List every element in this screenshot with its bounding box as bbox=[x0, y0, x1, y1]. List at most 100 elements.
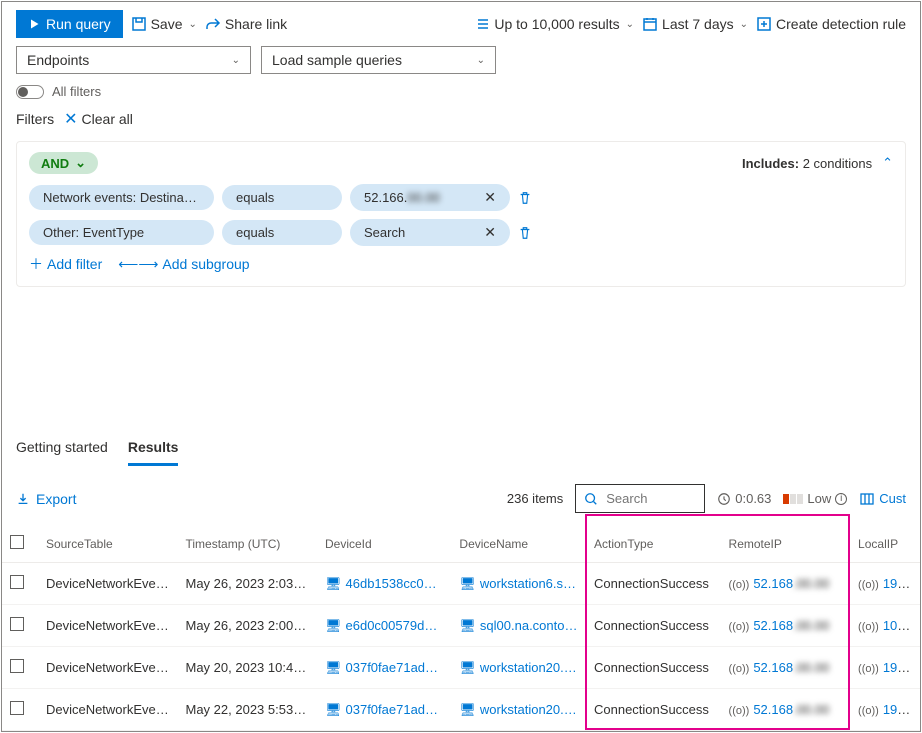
select-all-checkbox[interactable] bbox=[10, 535, 24, 549]
cell-deviceid[interactable]: 🖥037f0fae71ad4661e3... bbox=[317, 689, 451, 731]
remove-value-icon[interactable]: ✕ bbox=[484, 189, 496, 206]
col-timestamp[interactable]: Timestamp (UTC) bbox=[178, 525, 317, 563]
cell-localip[interactable]: ((o))192.168 bbox=[850, 689, 920, 731]
play-icon bbox=[28, 18, 40, 30]
cell-timestamp: May 22, 2023 5:53:49 AM bbox=[178, 689, 317, 731]
remove-value-icon[interactable]: ✕ bbox=[484, 224, 496, 241]
cell-devicename[interactable]: 🖥workstation20.seccxp... bbox=[451, 731, 586, 733]
cell-deviceid[interactable]: 🖥037f0fae71ad4661e3... bbox=[317, 647, 451, 689]
export-label: Export bbox=[36, 491, 76, 507]
col-actiontype[interactable]: ActionType bbox=[586, 525, 721, 563]
table-row[interactable]: DeviceNetworkEventsMay 23, 2023 5:13:53 … bbox=[2, 731, 920, 733]
export-button[interactable]: Export bbox=[16, 491, 76, 507]
cell-devicename[interactable]: 🖥workstation6.seccxp... bbox=[451, 563, 586, 605]
condition-field[interactable]: Network events: DestinationIPA... bbox=[29, 185, 214, 210]
device-icon: 🖥 bbox=[325, 702, 342, 717]
cell-deviceid[interactable]: 🖥e6d0c00579d4f51ee1... bbox=[317, 605, 451, 647]
operator-label: AND bbox=[41, 156, 69, 171]
cell-devicename[interactable]: 🖥workstation20.seccxp... bbox=[451, 689, 586, 731]
customize-columns-button[interactable]: Cust bbox=[859, 491, 906, 507]
cell-actiontype: ConnectionSuccess bbox=[586, 605, 721, 647]
condition-field[interactable]: Other: EventType bbox=[29, 220, 214, 245]
columns-icon bbox=[859, 491, 875, 507]
results-limit-dropdown[interactable]: Up to 10,000 results ⌄ bbox=[474, 16, 634, 32]
row-checkbox[interactable] bbox=[10, 659, 24, 673]
condition-value[interactable]: 52.166.00.00 ✕ bbox=[350, 184, 510, 211]
table-row[interactable]: DeviceNetworkEventsMay 26, 2023 2:03:52 … bbox=[2, 563, 920, 605]
share-link-button[interactable]: Share link bbox=[205, 16, 287, 32]
chevron-down-icon: ⌄ bbox=[232, 55, 240, 66]
cell-localip[interactable]: ((o))10.1.5.1 bbox=[850, 605, 920, 647]
share-label: Share link bbox=[225, 16, 287, 32]
cell-remoteip[interactable]: ((o))52.168.00.00 bbox=[721, 689, 851, 731]
col-localip[interactable]: LocalIP bbox=[850, 525, 920, 563]
time-range-dropdown[interactable]: Last 7 days ⌄ bbox=[642, 16, 748, 32]
cell-actiontype: ConnectionSuccess bbox=[586, 563, 721, 605]
table-row[interactable]: DeviceNetworkEventsMay 20, 2023 10:43:45… bbox=[2, 647, 920, 689]
cell-localip[interactable]: ((o))192.168 bbox=[850, 647, 920, 689]
add-filter-button[interactable]: ＋Add filter bbox=[29, 254, 102, 274]
schema-dropdown[interactable]: Endpoints ⌄ bbox=[16, 46, 251, 74]
network-icon: ((o)) bbox=[858, 621, 879, 633]
results-search[interactable] bbox=[575, 484, 705, 513]
cell-localip[interactable]: ((o))192.168 bbox=[850, 563, 920, 605]
col-remoteip[interactable]: RemoteIP bbox=[721, 525, 851, 563]
device-icon: 🖥 bbox=[325, 618, 342, 633]
all-filters-label: All filters bbox=[52, 84, 101, 99]
condition-operator[interactable]: equals bbox=[222, 185, 342, 210]
row-checkbox[interactable] bbox=[10, 617, 24, 631]
condition-value[interactable]: Search ✕ bbox=[350, 219, 510, 246]
filter-group-panel: AND ⌄ Includes: 2 conditions ⌃ Network e… bbox=[16, 141, 906, 287]
create-detection-rule-button[interactable]: Create detection rule bbox=[756, 16, 906, 32]
tab-getting-started[interactable]: Getting started bbox=[16, 431, 108, 466]
cell-remoteip[interactable]: ((o))52.168.00.00 bbox=[721, 563, 851, 605]
tab-results[interactable]: Results bbox=[128, 431, 179, 466]
network-icon: ((o)) bbox=[729, 705, 750, 717]
chevron-down-icon: ⌄ bbox=[740, 19, 748, 30]
cell-remoteip[interactable]: ((o))52.168.00.00 bbox=[721, 605, 851, 647]
network-icon: ((o)) bbox=[858, 705, 879, 717]
all-filters-toggle[interactable] bbox=[16, 85, 44, 99]
table-row[interactable]: DeviceNetworkEventsMay 26, 2023 2:00:41 … bbox=[2, 605, 920, 647]
cell-devicename[interactable]: 🖥sql00.na.contosohote... bbox=[451, 605, 586, 647]
col-deviceid[interactable]: DeviceId bbox=[317, 525, 451, 563]
download-icon bbox=[16, 492, 30, 506]
condition-operator[interactable]: equals bbox=[222, 220, 342, 245]
run-query-button[interactable]: Run query bbox=[16, 10, 123, 38]
search-input[interactable] bbox=[604, 490, 684, 507]
device-icon: 🖥 bbox=[459, 576, 476, 591]
time-range-label: Last 7 days bbox=[662, 16, 734, 32]
table-row[interactable]: DeviceNetworkEventsMay 22, 2023 5:53:49 … bbox=[2, 689, 920, 731]
filters-heading: Filters bbox=[16, 111, 54, 127]
row-checkbox[interactable] bbox=[10, 701, 24, 715]
add-subgroup-button[interactable]: ⟵⟶Add subgroup bbox=[118, 254, 249, 274]
row-checkbox[interactable] bbox=[10, 575, 24, 589]
cell-localip[interactable]: ((o))192.168 bbox=[850, 731, 920, 733]
sample-queries-dropdown[interactable]: Load sample queries ⌄ bbox=[261, 46, 496, 74]
save-label: Save bbox=[151, 16, 183, 32]
clear-all-button[interactable]: ✕ Clear all bbox=[64, 109, 133, 129]
schema-value: Endpoints bbox=[27, 52, 89, 68]
resource-usage: Low i bbox=[783, 491, 847, 506]
save-button[interactable]: Save ⌄ bbox=[131, 16, 197, 32]
cell-remoteip[interactable]: ((o))52.168.00.00 bbox=[721, 647, 851, 689]
col-sourcetable[interactable]: SourceTable bbox=[38, 525, 178, 563]
elapsed-time: 0:0.63 bbox=[717, 491, 771, 506]
delete-condition-icon[interactable] bbox=[518, 191, 532, 205]
condition-row: Network events: DestinationIPA... equals… bbox=[29, 184, 893, 211]
info-icon[interactable]: i bbox=[835, 493, 847, 505]
search-icon bbox=[584, 492, 598, 506]
cell-devicename[interactable]: 🖥workstation20.seccxp... bbox=[451, 647, 586, 689]
plus-icon: ＋ bbox=[29, 254, 43, 274]
results-table: SourceTable Timestamp (UTC) DeviceId Dev… bbox=[2, 525, 920, 732]
operator-pill[interactable]: AND ⌄ bbox=[29, 152, 98, 174]
cell-deviceid[interactable]: 🖥46db1538cc03d01ed... bbox=[317, 563, 451, 605]
network-icon: ((o)) bbox=[729, 579, 750, 591]
network-icon: ((o)) bbox=[729, 621, 750, 633]
cell-deviceid[interactable]: 🖥037f0fae71ad4661e3... bbox=[317, 731, 451, 733]
delete-condition-icon[interactable] bbox=[518, 226, 532, 240]
col-devicename[interactable]: DeviceName bbox=[451, 525, 586, 563]
device-icon: 🖥 bbox=[325, 660, 342, 675]
cell-remoteip[interactable]: ((o))52.168.00.00 bbox=[721, 731, 851, 733]
collapse-group-button[interactable]: ⌃ bbox=[882, 155, 893, 171]
